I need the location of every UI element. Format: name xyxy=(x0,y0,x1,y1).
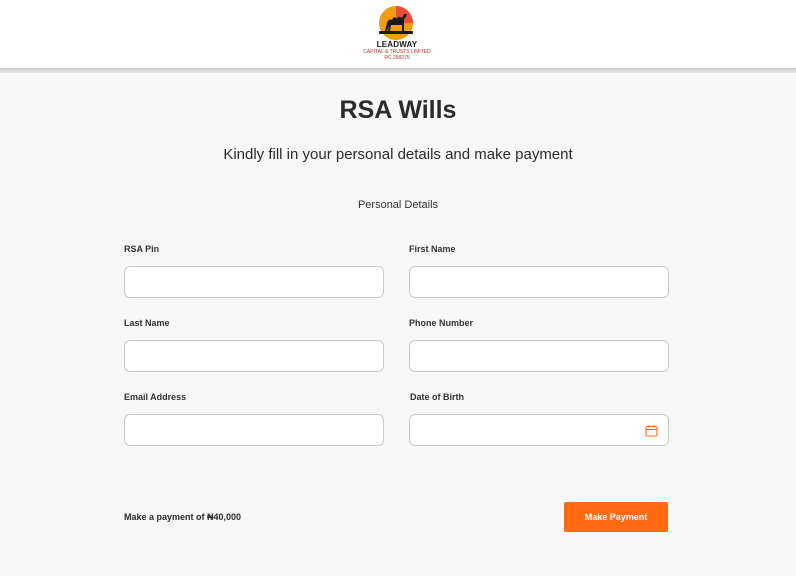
phone-number-label: Phone Number xyxy=(409,318,474,328)
rsa-pin-input[interactable] xyxy=(124,266,384,298)
leadway-logo: LEADWAY CAPITAL & TRUSTS LIMITED RC 2882… xyxy=(355,5,439,63)
calendar-icon[interactable] xyxy=(645,424,658,437)
last-name-input[interactable] xyxy=(124,340,384,372)
email-address-label: Email Address xyxy=(124,392,187,402)
header: LEADWAY CAPITAL & TRUSTS LIMITED RC 2882… xyxy=(0,0,796,68)
header-divider xyxy=(0,68,796,73)
payment-amount-text: Make a payment of ₦40,000 xyxy=(124,512,242,522)
date-of-birth-label: Date of Birth xyxy=(410,392,464,402)
camel-logo-icon xyxy=(379,6,413,40)
first-name-label: First Name xyxy=(409,244,456,254)
brand-rc-number: RC 288275 xyxy=(384,55,410,61)
page-title: RSA Wills xyxy=(339,96,457,124)
phone-number-input[interactable] xyxy=(409,340,669,372)
rsa-pin-label: RSA Pin xyxy=(124,244,160,254)
date-of-birth-input[interactable] xyxy=(409,414,669,446)
first-name-input[interactable] xyxy=(409,266,669,298)
page-subtitle: Kindly fill in your personal details and… xyxy=(223,146,573,163)
brand-name: LEADWAY xyxy=(376,40,418,49)
section-title: Personal Details xyxy=(357,199,439,211)
email-address-input[interactable] xyxy=(124,414,384,446)
last-name-label: Last Name xyxy=(124,318,170,328)
make-payment-button[interactable]: Make Payment xyxy=(564,502,668,532)
